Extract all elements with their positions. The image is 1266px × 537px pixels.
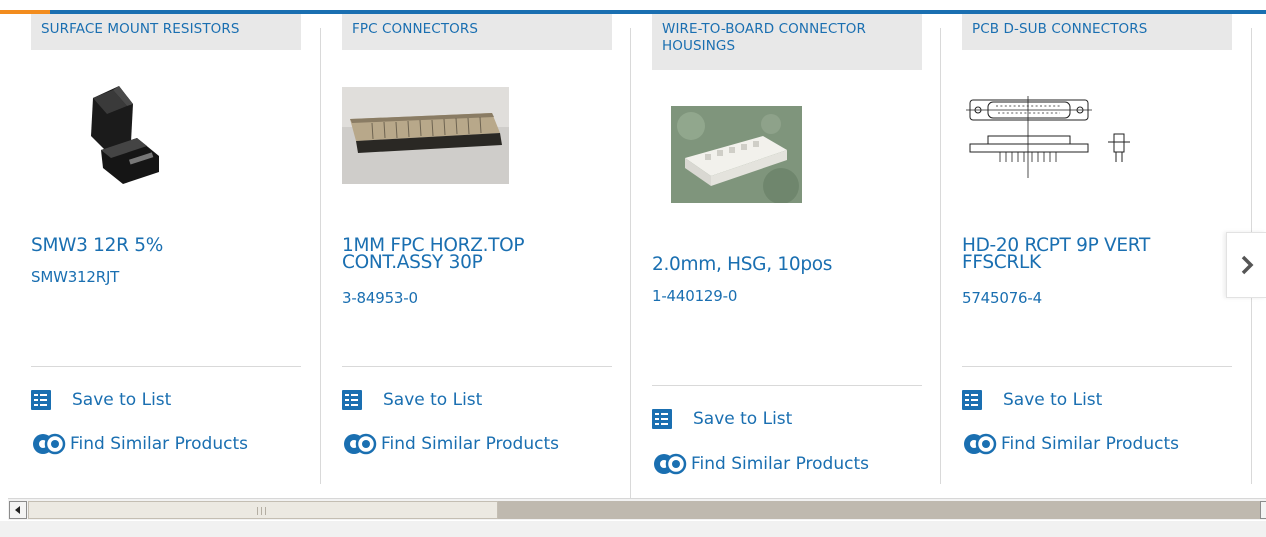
arrow-left-icon [15,506,20,514]
scrollbar-thumb[interactable] [28,501,498,519]
chevron-right-icon [1241,255,1253,275]
save-to-list-button[interactable]: Save to List [652,409,792,429]
scrollbar-grip [257,507,266,515]
find-similar-button[interactable]: Find Similar Products [31,432,248,456]
find-similar-label: Find Similar Products [381,434,559,454]
card-separator [962,366,1232,367]
product-image[interactable] [342,87,509,184]
save-to-list-button[interactable]: Save to List [342,390,482,410]
card-separator [652,385,922,386]
find-similar-gear-icon [964,433,997,455]
category-tag[interactable]: SURFACE MOUNT RESISTORS [31,14,301,50]
product-carousel: SURFACE MOUNT RESISTORS SMW3 12R 5% SMW3… [0,14,1266,503]
card-divider [320,28,321,484]
find-similar-gear-icon [33,433,66,455]
scroll-right-button[interactable] [1260,501,1266,519]
find-similar-label: Find Similar Products [70,434,248,454]
carousel-next-button[interactable] [1226,232,1266,298]
save-to-list-label: Save to List [1003,390,1103,410]
category-tag[interactable]: PCB D-SUB CONNECTORS [962,14,1232,50]
product-name[interactable]: 2.0mm, HSG, 10pos [652,255,912,274]
card-divider [940,28,941,484]
category-tag[interactable]: WIRE-TO-BOARD CONNECTOR HOUSINGS [652,14,922,70]
find-similar-label: Find Similar Products [691,454,869,474]
product-image[interactable] [671,106,802,203]
save-to-list-icon [342,390,362,410]
part-number[interactable]: 3-84953-0 [342,289,418,307]
find-similar-button[interactable]: Find Similar Products [652,452,869,476]
card-separator [342,366,612,367]
product-card: SURFACE MOUNT RESISTORS SMW3 12R 5% SMW3… [31,14,301,455]
save-to-list-icon [652,409,672,429]
find-similar-button[interactable]: Find Similar Products [342,432,559,456]
part-number[interactable]: 5745076-4 [962,289,1042,307]
card-separator [31,366,301,367]
product-name[interactable]: 1MM FPC HORZ.TOP CONT.ASSY 30P [342,236,592,272]
horizontal-scrollbar[interactable] [8,498,1266,520]
product-card: FPC CONNECTORS 1MM FPC HORZ.TOP CONT.ASS… [342,14,612,455]
product-image[interactable] [71,86,161,184]
save-to-list-icon [962,390,982,410]
find-similar-label: Find Similar Products [1001,434,1179,454]
save-to-list-button[interactable]: Save to List [962,390,1102,410]
card-divider [630,28,631,503]
category-tag[interactable]: FPC CONNECTORS [342,14,612,50]
scroll-left-button[interactable] [9,501,27,519]
save-to-list-label: Save to List [383,390,483,410]
save-to-list-label: Save to List [693,409,793,429]
part-number[interactable]: SMW312RJT [31,268,119,286]
save-to-list-label: Save to List [72,390,172,410]
product-image[interactable] [966,96,1138,178]
product-card: WIRE-TO-BOARD CONNECTOR HOUSINGS 2.0mm, … [652,14,922,475]
save-to-list-icon [31,390,51,410]
part-number[interactable]: 1-440129-0 [652,287,737,305]
find-similar-button[interactable]: Find Similar Products [962,432,1179,456]
product-name[interactable]: SMW3 12R 5% [31,236,291,255]
product-name[interactable]: HD-20 RCPT 9P VERT FFSCRLK [962,236,1212,272]
find-similar-gear-icon [654,453,687,475]
find-similar-gear-icon [344,433,377,455]
save-to-list-button[interactable]: Save to List [31,390,171,410]
bottom-panel [0,521,1266,537]
product-card: PCB D-SUB CONNECTORS HD-20 RCPT 9P VERT … [962,14,1232,455]
